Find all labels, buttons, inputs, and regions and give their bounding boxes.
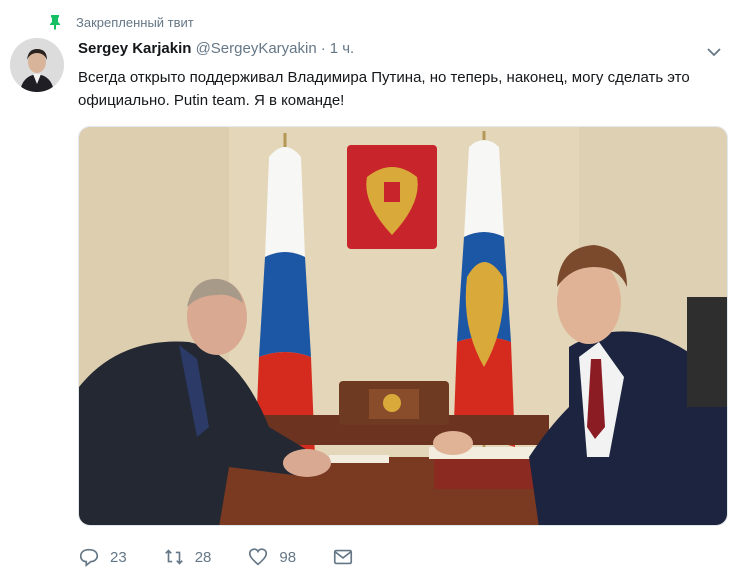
- like-button[interactable]: 98: [247, 546, 296, 568]
- heart-icon: [249, 548, 268, 566]
- reply-button[interactable]: 23: [78, 546, 127, 568]
- pin-icon: [50, 15, 60, 30]
- tweet-actions: 23 28 98: [78, 544, 400, 570]
- retweet-icon: [164, 549, 183, 565]
- author-handle[interactable]: @SergeyKaryakin: [196, 40, 317, 57]
- envelope-icon: [333, 549, 353, 565]
- meeting-photo: [79, 127, 727, 525]
- reply-icon: [79, 548, 99, 567]
- retweet-count: 28: [194, 548, 212, 566]
- pinned-tweet-banner: Закрепленный твит: [48, 12, 194, 32]
- direct-message-button[interactable]: [332, 546, 364, 568]
- avatar[interactable]: [10, 38, 64, 92]
- separator-dot: ·: [320, 40, 326, 57]
- tweet-text: Всегда открыто поддерживал Владимира Пут…: [78, 69, 690, 109]
- like-count: 98: [279, 548, 297, 566]
- reply-count: 23: [110, 548, 127, 566]
- retweet-button[interactable]: 28: [163, 546, 212, 568]
- chevron-down-icon[interactable]: [706, 44, 722, 60]
- tweet-header: Sergey Karjakin @SergeyKaryakin · 1 ч.: [78, 40, 354, 57]
- coat-of-arms: [347, 145, 437, 249]
- monitor: [687, 297, 727, 407]
- timestamp[interactable]: 1 ч.: [330, 40, 355, 57]
- tweet-photo[interactable]: [78, 126, 728, 526]
- author-name[interactable]: Sergey Karjakin: [78, 40, 191, 57]
- pinned-label: Закрепленный твит: [76, 14, 194, 30]
